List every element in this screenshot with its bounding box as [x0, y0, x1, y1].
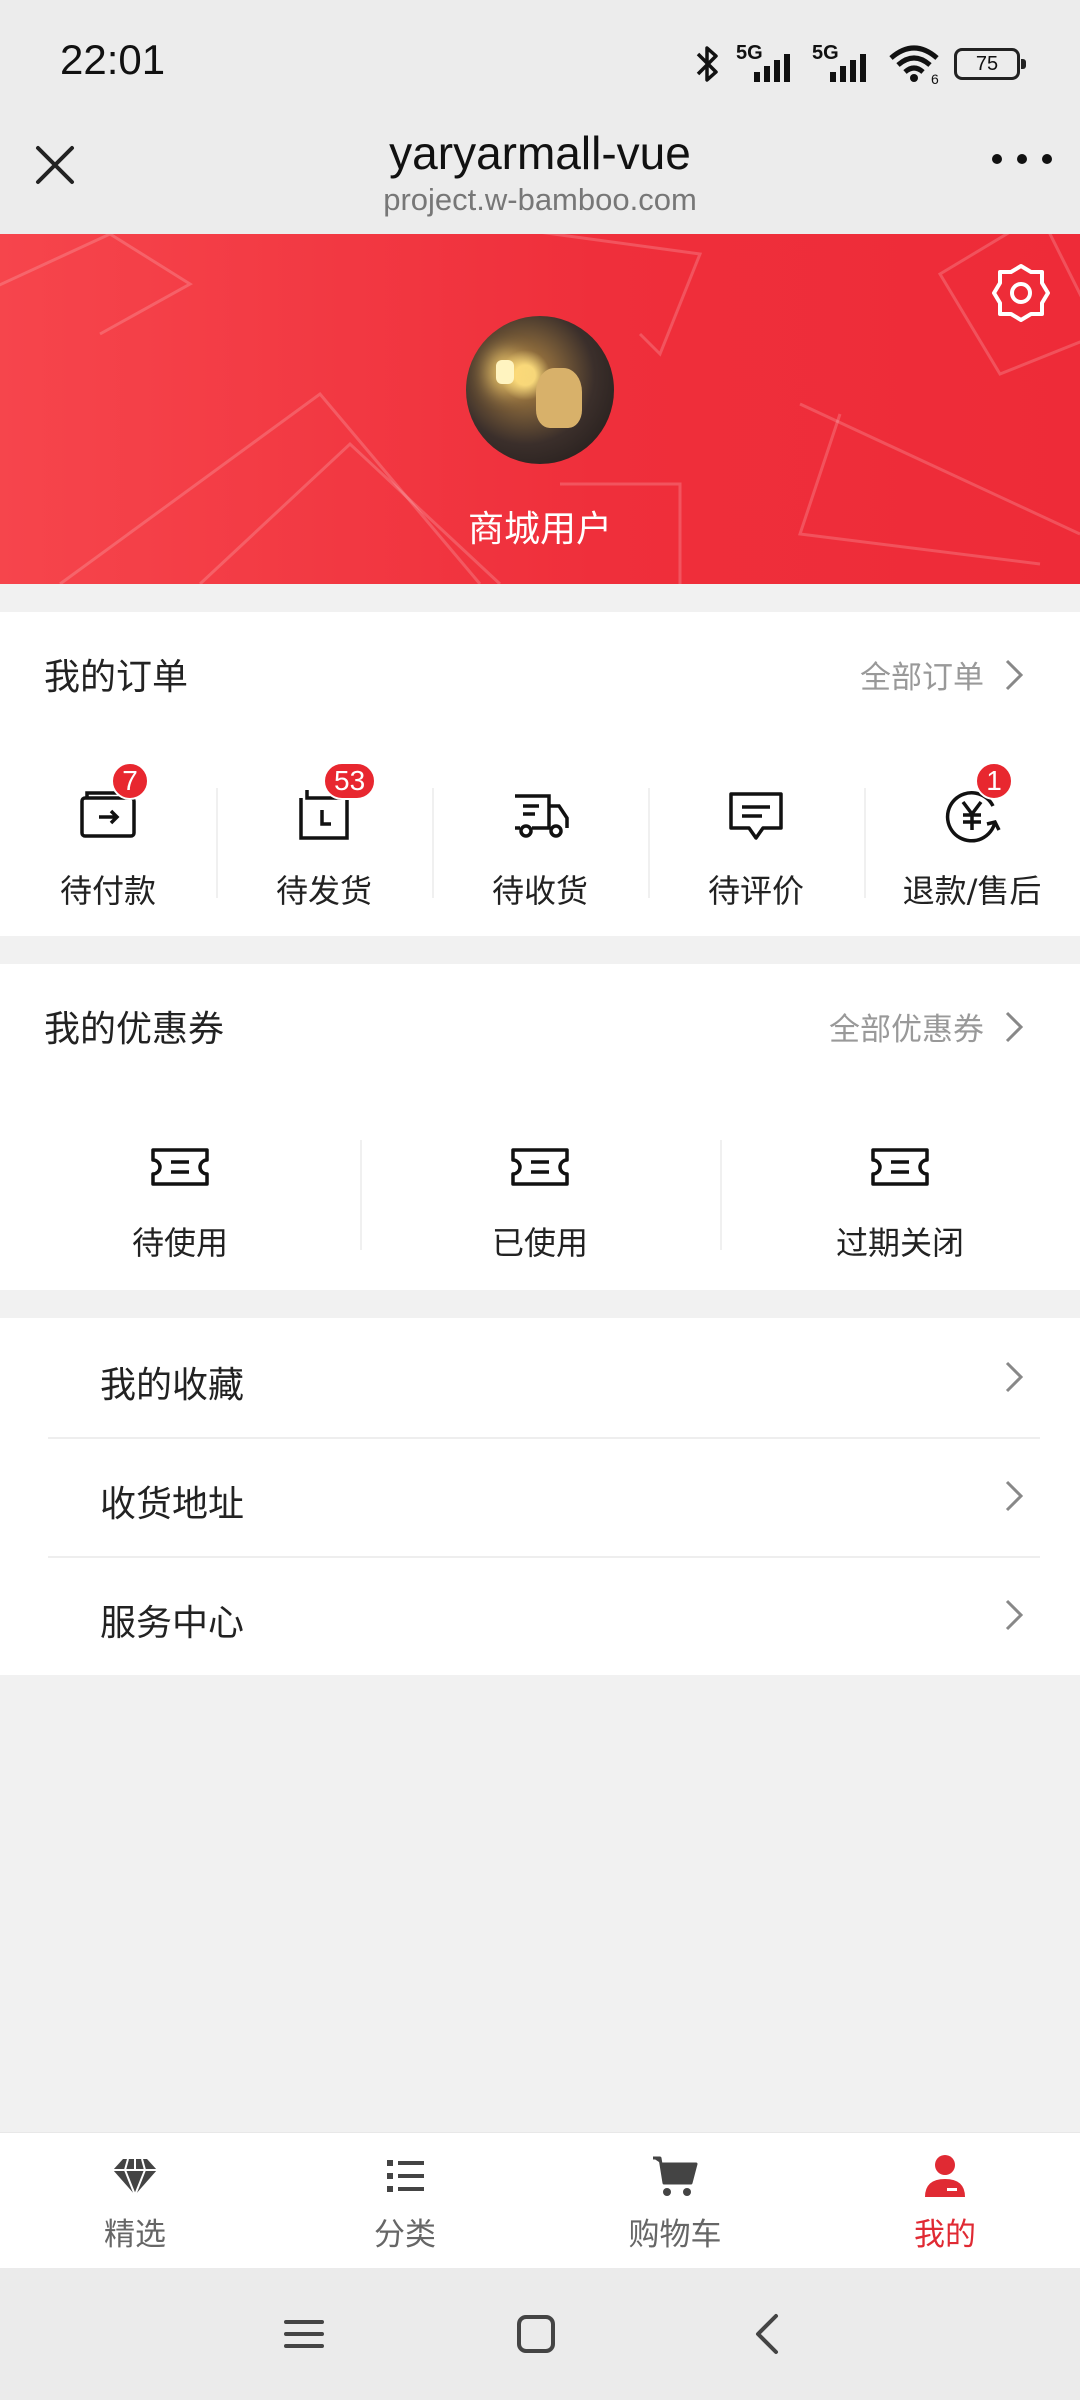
tab-mine[interactable]: 我的	[810, 2133, 1080, 2268]
tab-label: 精选	[104, 2217, 166, 2253]
menu-icon[interactable]	[280, 2310, 328, 2358]
page-subtitle: project.w-bamboo.com	[383, 182, 697, 217]
tab-category[interactable]: 分类	[270, 2133, 540, 2268]
coupons-header: 我的优惠券 全部优惠券	[0, 964, 1080, 1076]
title-bar: yaryarmall-vue project.w-bamboo.com	[0, 126, 1080, 234]
order-pending-payment[interactable]: 7 待付款	[0, 760, 216, 912]
order-refund-aftersale[interactable]: 1 退款/售后	[864, 760, 1080, 912]
order-pending-shipment[interactable]: 53 待发货	[216, 760, 432, 912]
bottom-tab-bar: 精选 分类 购物车 我的	[0, 2132, 1080, 2268]
battery-indicator: 75	[954, 48, 1026, 80]
wallet-arrow-icon: 7	[77, 762, 149, 846]
tab-label: 购物车	[628, 2217, 722, 2253]
menu-item-service-center[interactable]: 服务中心	[0, 1556, 1080, 1675]
truck-icon	[509, 784, 571, 846]
tab-featured[interactable]: 精选	[0, 2133, 270, 2268]
profile-header: 商城用户	[0, 234, 1080, 584]
chevron-right-icon	[1005, 1480, 1024, 1512]
cart-icon	[653, 2156, 698, 2196]
ticket-icon	[149, 1136, 211, 1198]
refund-yen-icon: 1	[941, 762, 1013, 846]
orders-title: 我的订单	[44, 657, 189, 698]
order-pending-review[interactable]: 待评价	[648, 760, 864, 912]
wifi-icon: 6	[889, 45, 939, 84]
signal-icon: 5G	[736, 42, 798, 86]
wifi-badge: 6	[931, 71, 939, 84]
chevron-right-icon	[1005, 1011, 1024, 1042]
username: 商城用户	[467, 509, 612, 550]
menu-item-label: 收货地址	[100, 1484, 245, 1525]
status-time: 22:01	[60, 36, 166, 83]
order-status-grid: 7 待付款 53 待发货 待收货 待评价 1 退款/售后	[0, 760, 1080, 912]
tab-cart[interactable]: 购物车	[540, 2133, 810, 2268]
avatar[interactable]	[466, 316, 614, 464]
menu-item-label: 服务中心	[100, 1603, 245, 1644]
profile-page: 22:01 5G 5G 6 75 yaryarmall-vue project.…	[0, 0, 1080, 2400]
diamond-icon	[113, 2158, 157, 2198]
order-status-label: 退款/售后	[902, 872, 1042, 910]
settings-gear-icon[interactable]	[990, 262, 1052, 324]
box-clock-icon: 53	[293, 762, 377, 846]
all-orders-link[interactable]: 全部订单	[860, 652, 1024, 697]
network-label-2: 5G	[812, 42, 839, 64]
order-status-label: 待收货	[491, 872, 588, 910]
coupon-unused[interactable]: 待使用	[0, 1112, 360, 1264]
coupons-section: 我的优惠券 全部优惠券 待使用 已使用 过期关闭	[0, 964, 1080, 1290]
menu-item-label: 我的收藏	[100, 1365, 245, 1406]
chevron-right-icon	[1005, 1361, 1024, 1393]
order-pending-receipt[interactable]: 待收货	[432, 760, 648, 912]
coupon-status-label: 过期关闭	[835, 1224, 964, 1262]
orders-header: 我的订单 全部订单	[0, 612, 1080, 724]
network-label: 5G	[736, 42, 763, 64]
bluetooth-icon	[696, 46, 718, 82]
more-icon[interactable]	[992, 154, 1052, 174]
badge-count: 53	[323, 762, 377, 800]
orders-section: 我的订单 全部订单 7 待付款 53 待发货 待收货 待评价 1 退款/售后	[0, 612, 1080, 936]
page-title: yaryarmall-vue	[389, 127, 691, 179]
coupon-status-grid: 待使用 已使用 过期关闭	[0, 1112, 1080, 1264]
signal-icon-2: 5G	[812, 42, 874, 86]
chevron-right-icon	[1005, 659, 1024, 690]
order-status-label: 待付款	[59, 872, 156, 910]
ticket-icon	[869, 1136, 931, 1198]
ticket-icon	[509, 1136, 571, 1198]
chevron-right-icon	[1005, 1599, 1024, 1631]
all-coupons-link[interactable]: 全部优惠券	[829, 1004, 1024, 1049]
comment-icon	[725, 784, 787, 846]
order-status-label: 待发货	[275, 872, 372, 910]
coupon-status-label: 待使用	[131, 1224, 228, 1262]
menu-item-favorites[interactable]: 我的收藏	[0, 1318, 1080, 1437]
list-icon	[387, 2160, 424, 2192]
coupon-expired[interactable]: 过期关闭	[720, 1112, 1080, 1264]
coupon-status-label: 已使用	[491, 1224, 588, 1262]
menu-list: 我的收藏 收货地址 服务中心	[0, 1318, 1080, 1675]
tab-label: 分类	[374, 2217, 436, 2253]
back-icon[interactable]	[744, 2310, 792, 2358]
status-bar: 22:01 5G 5G 6 75	[0, 0, 1080, 126]
all-orders-label: 全部订单	[860, 660, 984, 696]
home-icon[interactable]	[512, 2310, 560, 2358]
coupons-title: 我的优惠券	[44, 1009, 225, 1050]
tab-label: 我的	[914, 2217, 976, 2253]
system-nav-bar	[0, 2268, 1080, 2400]
user-icon	[925, 2155, 965, 2197]
menu-item-address[interactable]: 收货地址	[0, 1437, 1080, 1556]
status-icons: 5G 5G 6 75	[692, 36, 1026, 92]
badge-count: 1	[975, 762, 1013, 800]
all-coupons-label: 全部优惠券	[829, 1012, 984, 1048]
order-status-label: 待评价	[707, 872, 804, 910]
badge-count: 7	[111, 762, 149, 800]
coupon-used[interactable]: 已使用	[360, 1112, 720, 1264]
